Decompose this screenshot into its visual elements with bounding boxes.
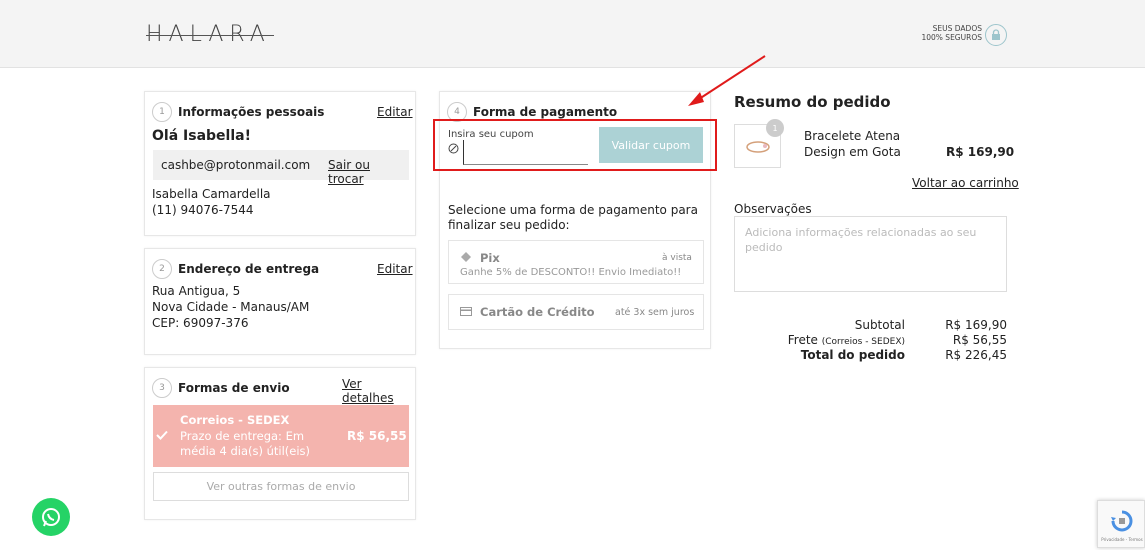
edit-address-link[interactable]: Editar: [377, 262, 413, 276]
address-line: CEP: 69097-376: [152, 316, 249, 330]
shipping-details-link[interactable]: Ver detalhes: [342, 377, 415, 405]
shipping-option-name: Correios - SEDEX: [180, 413, 290, 427]
payment-prompt: Selecione uma forma de pagamento para: [448, 203, 698, 217]
back-to-cart-link[interactable]: Voltar ao carrinho: [912, 176, 1019, 190]
header: HALARA SEUS DADOS 100% SEGUROS: [0, 0, 1145, 68]
product-name: Bracelete Atena: [804, 129, 901, 143]
address-line: Rua Antigua, 5: [152, 284, 241, 298]
recaptcha-icon: [1111, 510, 1133, 532]
observations-label: Observações: [734, 202, 812, 216]
user-phone: (11) 94076-7544: [152, 203, 254, 217]
shipping-label: Frete (Correios - SEDEX): [760, 333, 905, 347]
switch-account-link[interactable]: Sair ou trocar: [328, 158, 409, 186]
step-number: 3: [152, 378, 172, 398]
step-number: 2: [152, 259, 172, 279]
other-shipping-button[interactable]: Ver outras formas de envio: [153, 472, 409, 501]
whatsapp-icon: [42, 508, 60, 527]
payment-option-pix[interactable]: Pix à vista Ganhe 5% de DESCONTO!! Envio…: [448, 240, 704, 284]
subtotal-value: R$ 169,90: [945, 318, 1007, 332]
card-title: Formas de envio: [178, 381, 290, 395]
secure-line-2: 100% SEGUROS: [921, 33, 982, 42]
shipping-method: (Correios - SEDEX): [821, 337, 905, 347]
edit-personal-link[interactable]: Editar: [377, 105, 413, 119]
card-title: Forma de pagamento: [473, 105, 618, 119]
shipping-option-sedex[interactable]: Correios - SEDEX Prazo de entrega: Em mé…: [153, 405, 409, 467]
card-title: Informações pessoais: [178, 105, 325, 119]
pix-name: Pix: [480, 251, 500, 265]
card-name: Cartão de Crédito: [480, 305, 595, 319]
pix-desc: Ganhe 5% de DESCONTO!! Envio Imediato!!: [460, 267, 682, 278]
payment-option-card[interactable]: Cartão de Crédito até 3x sem juros: [448, 294, 704, 330]
pix-tag: à vista: [662, 253, 692, 263]
greeting: Olá Isabella!: [152, 128, 251, 144]
logo-underline: [146, 35, 274, 36]
address-line: Nova Cidade - Manaus/AM: [152, 300, 310, 314]
credit-card-icon: [460, 307, 472, 316]
shipping-option-price: R$ 56,55: [347, 429, 407, 443]
observations-textarea[interactable]: Adiciona informações relacionadas ao seu…: [734, 216, 1007, 292]
address-card: 2 Endereço de entrega Editar Rua Antigua…: [144, 248, 416, 355]
quantity-badge: 1: [766, 119, 784, 137]
shipping-card: 3 Formas de envio Ver detalhes Correios …: [144, 367, 416, 520]
total-label: Total do pedido: [800, 348, 905, 362]
payment-prompt: finalizar seu pedido:: [448, 218, 570, 232]
email-box: cashbe@protonmail.com Sair ou trocar: [153, 150, 409, 186]
user-name: Isabella Camardella: [152, 187, 271, 201]
secure-line-1: SEUS DADOS: [932, 24, 982, 33]
shipping-value: R$ 56,55: [952, 333, 1007, 347]
personal-info-card: 1 Informações pessoais Editar Olá Isabel…: [144, 91, 416, 236]
secure-badge-text: SEUS DADOS 100% SEGUROS: [900, 24, 982, 42]
shipping-option-desc: média 4 dia(s) útil(eis): [180, 444, 311, 458]
observations-placeholder: Adiciona informações relacionadas ao seu…: [745, 226, 977, 254]
pix-icon: [461, 252, 471, 262]
card-title: Endereço de entrega: [178, 262, 320, 276]
card-tag: até 3x sem juros: [615, 307, 695, 318]
shipping-label-text: Frete: [787, 333, 818, 347]
recaptcha-text: Privacidade - Termos: [1101, 537, 1143, 542]
summary-title: Resumo do pedido: [734, 93, 891, 111]
product-price: R$ 169,90: [946, 145, 1015, 159]
step-number: 1: [152, 102, 172, 122]
whatsapp-button[interactable]: [32, 498, 70, 536]
shipping-option-desc: Prazo de entrega: Em: [180, 429, 305, 443]
product-name: Design em Gota: [804, 145, 901, 159]
check-icon: [156, 430, 168, 440]
recaptcha-badge[interactable]: Privacidade - Termos: [1097, 500, 1145, 548]
user-email: cashbe@protonmail.com: [161, 158, 311, 172]
total-value: R$ 226,45: [945, 348, 1007, 362]
bracelet-icon: [746, 141, 770, 153]
coupon-highlight-box: [433, 119, 717, 171]
lock-icon: [985, 24, 1007, 46]
subtotal-label: Subtotal: [854, 318, 905, 332]
